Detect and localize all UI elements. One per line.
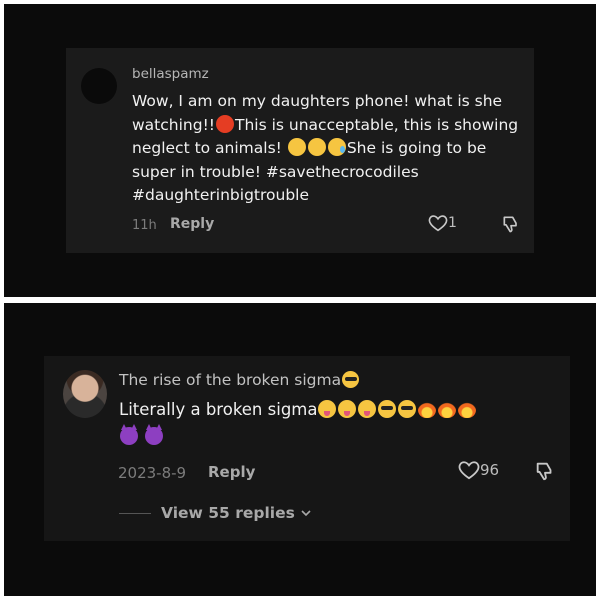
smiling-devil-icon [145, 424, 164, 445]
tongue-face-icon [318, 400, 337, 418]
divider-line [119, 512, 151, 514]
sunglasses-face-icon [342, 371, 360, 388]
dislike-button[interactable] [534, 460, 556, 486]
comment-card: bellaspamz Wow, I am on my daughters pho… [66, 48, 534, 253]
reply-button[interactable]: Reply [170, 216, 214, 232]
smiling-devil-icon [120, 424, 138, 445]
comment-username[interactable]: bellaspamz [132, 66, 209, 82]
comment-timestamp: 11h [132, 218, 157, 233]
confounded-face-icon [307, 138, 326, 156]
like-button[interactable]: 96 [458, 460, 499, 480]
thumbs-down-icon [536, 462, 552, 481]
reply-button[interactable]: Reply [208, 463, 255, 481]
comment-card: The rise of the broken sigma Literally a… [44, 356, 570, 541]
tongue-face-icon [338, 400, 357, 418]
comment-username[interactable]: The rise of the broken sigma [119, 371, 360, 389]
angry-face-icon [216, 114, 234, 133]
view-replies-button[interactable]: View 55 replies [119, 504, 312, 522]
crying-face-icon [327, 138, 346, 156]
screenshot-panel-top: bellaspamz Wow, I am on my daughters pho… [4, 4, 596, 297]
like-count: 1 [448, 215, 457, 231]
avatar[interactable] [81, 68, 117, 104]
view-replies-label: View 55 replies [161, 504, 295, 522]
chevron-down-icon [301, 510, 311, 517]
thumbs-down-icon [503, 216, 517, 233]
avatar[interactable] [63, 370, 107, 418]
fire-icon [418, 400, 437, 418]
heart-icon [458, 461, 480, 480]
comment-text: Wow, I am on my daughters phone! what is… [132, 90, 527, 208]
disappointed-face-icon [287, 138, 306, 156]
tongue-face-icon [358, 400, 377, 418]
comment-text-part: Literally a broken sigma [119, 400, 318, 419]
comment-timestamp: 2023-8-9 [118, 464, 187, 482]
sunglasses-face-icon [398, 400, 417, 418]
like-button[interactable]: 1 [428, 214, 457, 232]
fire-icon [438, 400, 457, 418]
comment-text: Literally a broken sigma [119, 396, 559, 450]
heart-icon [428, 215, 448, 232]
username-text: The rise of the broken sigma [119, 371, 342, 389]
screenshot-panel-bottom: The rise of the broken sigma Literally a… [4, 303, 596, 596]
dislike-button[interactable] [501, 214, 521, 238]
like-count: 96 [480, 461, 500, 479]
fire-icon [458, 400, 477, 418]
sunglasses-face-icon [378, 400, 397, 418]
